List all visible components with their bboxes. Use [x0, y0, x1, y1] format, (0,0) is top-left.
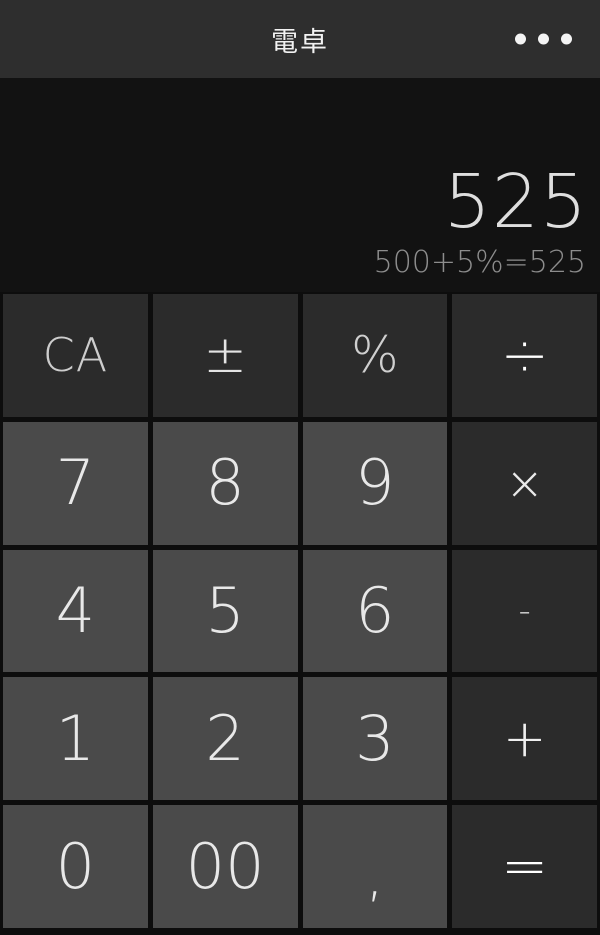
- key-decimal-point[interactable]: ,: [302, 805, 448, 928]
- calculator-display: 525 500+5%=525: [0, 78, 600, 292]
- key-double-zero[interactable]: 00: [152, 805, 298, 928]
- key-8[interactable]: 8: [152, 421, 298, 545]
- key-0[interactable]: 0: [3, 805, 148, 928]
- key-5[interactable]: 5: [152, 549, 298, 673]
- key-7[interactable]: 7: [3, 421, 148, 545]
- display-result: 525: [443, 159, 588, 246]
- key-divide[interactable]: ÷: [452, 294, 597, 417]
- titlebar: 電卓: [0, 0, 600, 78]
- keypad: CA ±% ÷ 7 8 9 × 4 5 6- 1 2 3 +0 00, =: [0, 292, 600, 935]
- menu-dot: [538, 33, 549, 45]
- key-minus[interactable]: -: [452, 549, 597, 673]
- key-1[interactable]: 1: [3, 677, 148, 801]
- key-equals[interactable]: =: [452, 805, 597, 928]
- more-horizontal-icon[interactable]: [513, 26, 574, 53]
- key-6[interactable]: 6: [302, 549, 448, 673]
- page-title: 電卓: [271, 26, 329, 58]
- calculator-app: 電卓 525 500+5%=525 CA ±% ÷ 7 8 9 × 4 5 6- 1 2 3 +0 00, =: [0, 0, 600, 935]
- key-4[interactable]: 4: [3, 549, 148, 673]
- display-expression: 500+5%=525: [373, 244, 586, 280]
- key-percent[interactable]: %: [302, 294, 448, 417]
- key-plus-minus[interactable]: ±: [152, 294, 298, 417]
- key-2[interactable]: 2: [152, 677, 298, 801]
- key-3[interactable]: 3: [302, 677, 448, 801]
- key-multiply[interactable]: ×: [452, 421, 597, 545]
- key-clear-all[interactable]: CA: [3, 294, 148, 417]
- key-plus[interactable]: +: [452, 677, 597, 801]
- menu-dot: [515, 33, 526, 45]
- key-9[interactable]: 9: [302, 421, 448, 545]
- menu-dot: [561, 33, 572, 45]
